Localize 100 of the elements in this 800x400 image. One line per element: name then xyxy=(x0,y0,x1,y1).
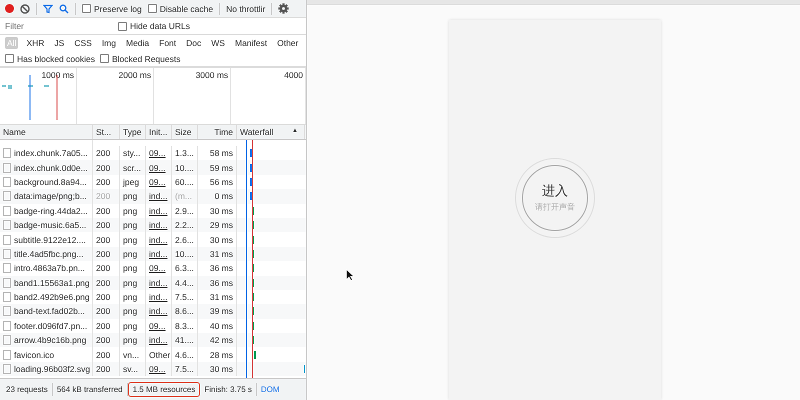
disable-cache-label: Disable cache xyxy=(160,4,214,14)
type-filter[interactable]: CSS xyxy=(72,37,94,49)
request-name[interactable]: band-text.fad02b... xyxy=(14,306,85,316)
file-icon xyxy=(3,248,11,259)
initiator-link[interactable]: 09... xyxy=(146,160,172,175)
column-header[interactable]: Size xyxy=(172,125,198,139)
status-cell: 200 xyxy=(93,246,120,262)
request-name[interactable]: footer.d096fd7.pn... xyxy=(14,320,88,331)
type-filter[interactable]: Doc xyxy=(184,37,204,49)
column-header[interactable]: St... xyxy=(93,125,120,139)
request-name[interactable]: background.8a94... xyxy=(14,176,87,187)
request-name[interactable]: band1.15563a1.png xyxy=(14,278,90,288)
size-cell: 2.2... xyxy=(172,218,198,232)
request-name[interactable]: badge-music.6a5... xyxy=(14,220,86,230)
status-text: Finish: 3.75 s xyxy=(200,383,257,396)
type-filter[interactable]: Media xyxy=(124,37,152,49)
type-cell: png xyxy=(120,276,146,290)
size-cell: 7.5... xyxy=(172,362,198,376)
hide-data-urls-checkbox[interactable] xyxy=(118,22,127,30)
status-cell: 200 xyxy=(93,160,120,175)
type-cell: png xyxy=(120,218,146,232)
hide-data-urls-label: Hide data URLs xyxy=(130,21,190,31)
request-name[interactable]: subtitle.9122e12.... xyxy=(14,234,86,245)
type-filter[interactable]: Img xyxy=(100,37,118,49)
blocked-filter-checkbox[interactable] xyxy=(5,54,14,63)
request-name[interactable]: arrow.4b9c16b.png xyxy=(14,335,86,346)
clear-icon[interactable] xyxy=(20,4,30,14)
preserve-log-checkbox[interactable] xyxy=(82,4,91,13)
type-filter[interactable]: Other xyxy=(275,37,300,49)
type-filter[interactable]: XHR xyxy=(24,37,46,49)
initiator-link[interactable]: 09... xyxy=(146,362,172,376)
cursor-icon xyxy=(346,269,354,281)
type-cell: scr... xyxy=(120,160,146,175)
time-cell: 59 ms xyxy=(198,160,237,175)
type-cell: png xyxy=(120,304,146,319)
status-cell: 200 xyxy=(93,189,120,204)
timeline-tick: 3000 ms xyxy=(196,70,228,80)
initiator-link[interactable]: ind... xyxy=(146,246,172,262)
settings-icon[interactable] xyxy=(278,3,290,14)
size-cell: 41.... xyxy=(172,333,198,348)
blocked-filter-label: Has blocked cookies xyxy=(17,54,95,64)
file-icon xyxy=(3,206,11,216)
status-text: 23 requests xyxy=(2,383,53,396)
type-filter[interactable]: JS xyxy=(52,37,66,49)
filter-icon[interactable] xyxy=(43,4,53,14)
request-name[interactable]: index.chunk.0d0e... xyxy=(14,162,88,173)
status-text: 1.5 MB resources xyxy=(128,382,200,397)
type-cell: png xyxy=(120,246,146,262)
request-name[interactable]: badge-ring.44da2... xyxy=(14,206,88,216)
file-icon xyxy=(3,306,11,316)
request-name[interactable]: band2.492b9e6.png xyxy=(14,292,90,302)
preserve-log-label: Preserve log xyxy=(94,4,142,14)
file-icon xyxy=(3,220,11,230)
time-cell: 39 ms xyxy=(198,304,237,319)
file-icon xyxy=(3,350,11,360)
file-icon xyxy=(3,263,11,274)
size-cell: 8.6... xyxy=(172,304,198,319)
size-cell: (m... xyxy=(172,189,198,204)
file-icon xyxy=(3,292,11,302)
throttling-dropdown[interactable]: No throttlir xyxy=(226,4,266,14)
type-cell: png xyxy=(120,189,146,204)
enter-subtitle: 请打开声音 xyxy=(535,202,575,213)
file-icon xyxy=(3,191,11,202)
column-header[interactable]: Init... xyxy=(146,125,172,139)
request-name[interactable]: favicon.ico xyxy=(14,350,54,360)
initiator-link[interactable]: ind... xyxy=(146,304,172,319)
column-header[interactable]: Type xyxy=(120,125,146,139)
timeline-tick: 2000 ms xyxy=(118,70,152,80)
status-text: 564 kB transferred xyxy=(52,383,128,396)
initiator-link[interactable]: ind... xyxy=(146,218,172,232)
type-cell: sv... xyxy=(120,362,146,376)
request-name[interactable]: intro.4863a7b.pn... xyxy=(14,263,85,274)
request-name[interactable]: title.4ad5fbc.png... xyxy=(14,248,84,259)
file-icon xyxy=(3,234,11,245)
file-icon xyxy=(3,364,11,374)
column-header[interactable]: Time xyxy=(198,125,237,139)
type-filter[interactable]: WS xyxy=(209,37,227,49)
enter-button[interactable]: 进入 请打开声音 xyxy=(515,158,595,238)
time-cell: 29 ms xyxy=(198,218,237,232)
type-filter[interactable]: Manifest xyxy=(232,37,270,49)
record-icon[interactable] xyxy=(5,4,14,13)
initiator-link[interactable]: ind... xyxy=(146,276,172,290)
initiator-link[interactable]: ind... xyxy=(146,189,172,204)
time-cell: 30 ms xyxy=(198,362,237,376)
type-filter[interactable]: Font xyxy=(157,37,178,49)
search-icon[interactable] xyxy=(59,4,69,14)
request-name[interactable]: index.chunk.7a05... xyxy=(14,148,88,158)
size-cell: 4.4... xyxy=(172,276,198,290)
size-cell: 10.... xyxy=(172,160,198,175)
blocked-filter-checkbox[interactable] xyxy=(100,54,109,63)
request-name[interactable]: data:image/png;b... xyxy=(14,191,87,202)
file-icon xyxy=(3,278,11,288)
file-icon xyxy=(3,320,11,331)
initiator-link[interactable]: ind... xyxy=(146,333,172,348)
disable-cache-checkbox[interactable] xyxy=(148,4,157,13)
file-icon xyxy=(3,148,11,158)
timeline-tick: 4000 xyxy=(284,70,304,80)
request-name[interactable]: loading.96b03f2.svg xyxy=(14,364,90,374)
column-header[interactable]: Name xyxy=(0,125,93,139)
status-cell: 200 xyxy=(93,218,120,232)
